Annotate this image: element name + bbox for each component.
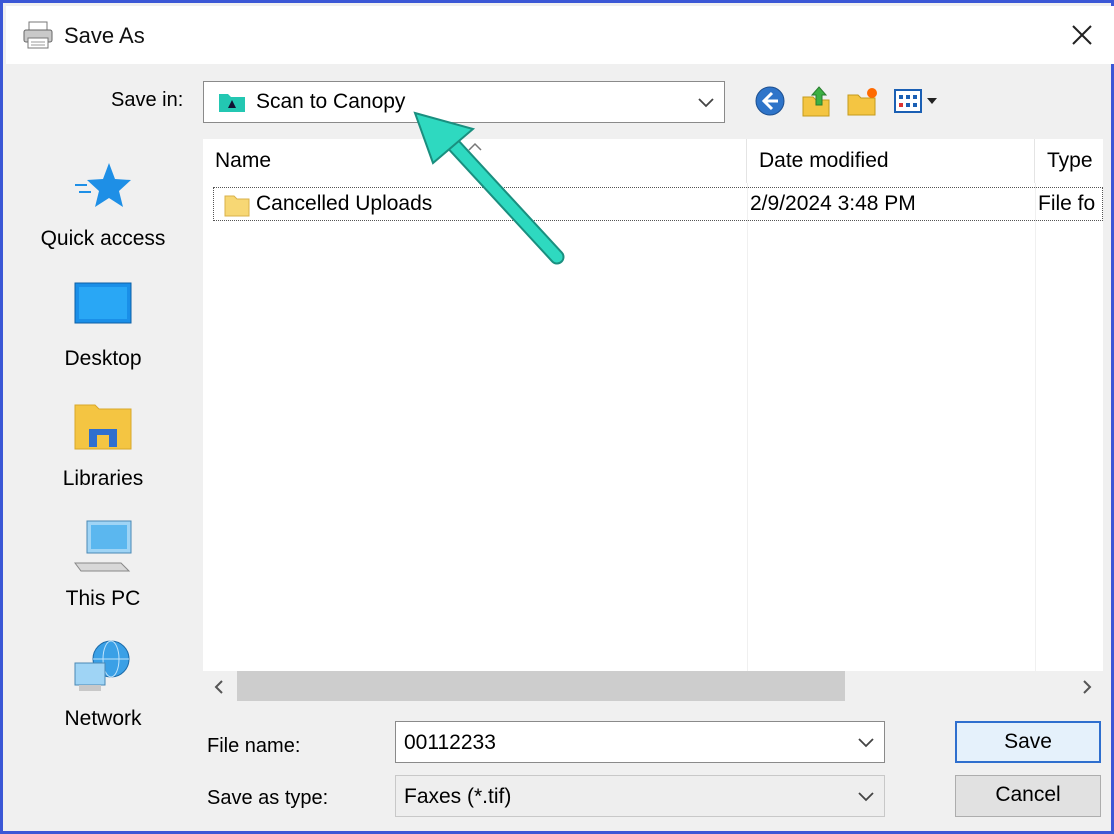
- row-type: File fo: [1038, 192, 1096, 215]
- star-icon: [75, 163, 131, 207]
- back-icon[interactable]: [753, 83, 787, 119]
- column-header-type[interactable]: Type: [1035, 139, 1103, 183]
- horizontal-scrollbar[interactable]: [203, 671, 1103, 703]
- title-bar: Save As: [6, 6, 1114, 64]
- up-folder-icon[interactable]: [799, 83, 833, 119]
- chevron-down-icon: [698, 98, 714, 108]
- window-title: Save As: [64, 23, 145, 48]
- column-header-date[interactable]: Date modified: [747, 139, 1035, 183]
- desktop-icon: [74, 282, 132, 324]
- file-name-input[interactable]: 00112233: [395, 721, 885, 763]
- place-network[interactable]: Network: [17, 629, 189, 739]
- save-as-type-select[interactable]: Faxes (*.tif): [395, 775, 885, 817]
- network-globe-icon: [74, 640, 130, 691]
- place-label: Quick access: [40, 227, 166, 250]
- save-in-value: Scan to Canopy: [256, 90, 406, 113]
- close-icon[interactable]: [1064, 16, 1100, 54]
- save-as-type-value: Faxes (*.tif): [404, 785, 512, 808]
- save-button[interactable]: Save: [955, 721, 1101, 763]
- view-menu-icon[interactable]: [891, 83, 943, 119]
- place-label: This PC: [65, 587, 141, 610]
- annotation-arrow: [413, 111, 565, 265]
- file-name-label: File name:: [207, 735, 301, 757]
- computer-icon: [74, 520, 132, 572]
- folder-icon: [224, 195, 250, 217]
- file-name-value: 00112233: [404, 731, 496, 754]
- cancel-button[interactable]: Cancel: [955, 775, 1101, 817]
- column-divider: [1035, 183, 1036, 671]
- place-quick-access[interactable]: Quick access: [17, 149, 189, 259]
- save-in-label: Save in:: [111, 89, 184, 111]
- chevron-down-icon[interactable]: [856, 786, 876, 806]
- scrollbar-thumb[interactable]: [237, 671, 845, 701]
- save-as-type-label: Save as type:: [207, 787, 329, 809]
- file-list[interactable]: Name Date modified Type Cancelled Upload…: [203, 139, 1103, 671]
- place-desktop[interactable]: Desktop: [17, 269, 189, 379]
- table-row[interactable]: Cancelled Uploads 2/9/2024 3:48 PM File …: [213, 187, 1103, 221]
- chevron-down-icon[interactable]: [856, 732, 876, 752]
- scroll-right-icon[interactable]: [1077, 677, 1097, 697]
- scroll-left-icon[interactable]: [209, 677, 229, 697]
- place-label: Network: [64, 707, 142, 730]
- place-this-pc[interactable]: This PC: [17, 509, 189, 619]
- canopy-folder-icon: [219, 94, 245, 112]
- column-divider: [747, 183, 748, 671]
- place-label: Libraries: [62, 467, 144, 490]
- printer-icon: [23, 21, 53, 49]
- row-date: 2/9/2024 3:48 PM: [750, 192, 916, 215]
- new-folder-icon[interactable]: [845, 83, 879, 119]
- place-label: Desktop: [64, 347, 142, 370]
- places-bar: Quick access Desktop Libraries This PC N…: [17, 139, 189, 739]
- place-libraries[interactable]: Libraries: [17, 389, 189, 499]
- libraries-icon: [74, 404, 132, 450]
- save-as-dialog: Save As Save in: Scan to Canopy Quick ac…: [0, 0, 1114, 834]
